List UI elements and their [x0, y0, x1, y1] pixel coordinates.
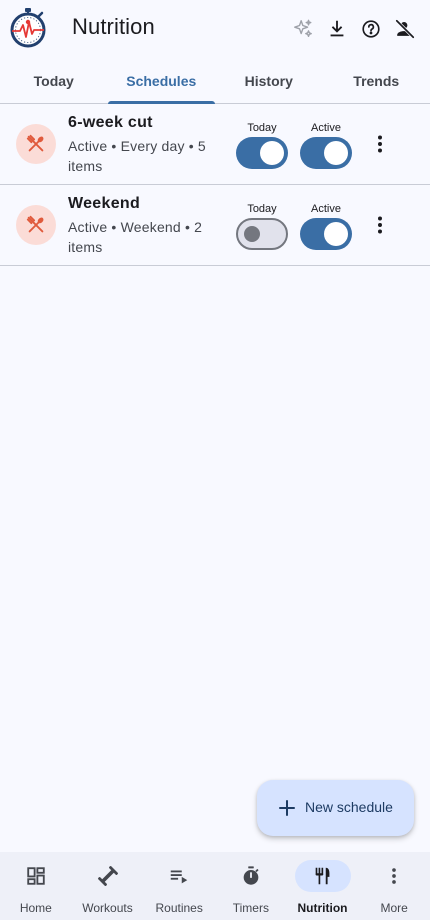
- plus-icon: [275, 796, 299, 820]
- toggle-knob: [324, 222, 348, 246]
- active-switch-group: Active: [300, 121, 352, 169]
- nav-item-routines[interactable]: Routines: [143, 852, 215, 920]
- tab-schedules[interactable]: Schedules: [107, 58, 216, 104]
- help-icon[interactable]: [354, 12, 388, 46]
- tab-today[interactable]: Today: [0, 58, 108, 103]
- top-app-bar: Nutrition: [0, 0, 430, 56]
- toggle-knob: [260, 141, 284, 165]
- tab-bar: Today Schedules History Trends: [0, 58, 430, 104]
- new-schedule-button[interactable]: New schedule: [257, 780, 414, 836]
- nav-label: Home: [19, 901, 52, 915]
- today-switch-group: Today: [236, 202, 288, 250]
- nav-label: Timers: [232, 901, 269, 915]
- nav-label: Workouts: [82, 901, 133, 915]
- today-toggle[interactable]: [236, 137, 288, 169]
- nav-item-timers[interactable]: Timers: [215, 852, 287, 920]
- active-switch-group: Active: [300, 202, 352, 250]
- schedule-subtitle: Active • Every day • 5 items: [68, 138, 206, 174]
- nav-label: Routines: [155, 901, 203, 915]
- active-toggle[interactable]: [300, 137, 352, 169]
- active-toggle[interactable]: [300, 218, 352, 250]
- fork-knife-icon: [294, 860, 351, 892]
- playlist-icon: [151, 860, 207, 892]
- timer-icon: [223, 860, 279, 892]
- schedule-list: 6-week cut Active • Every day • 5 items …: [0, 104, 430, 266]
- today-switch-label: Today: [247, 203, 277, 215]
- toggle-knob: [324, 141, 348, 165]
- schedule-row[interactable]: 6-week cut Active • Every day • 5 items …: [0, 104, 430, 185]
- new-schedule-label: New schedule: [305, 799, 393, 815]
- schedule-title: 6-week cut: [68, 114, 153, 131]
- schedule-subtitle: Active • Weekend • 2 items: [68, 219, 203, 255]
- tab-history[interactable]: History: [215, 58, 323, 103]
- app-logo-icon: [8, 8, 48, 48]
- active-switch-label: Active: [311, 203, 341, 215]
- more-vertical-icon[interactable]: [368, 132, 392, 156]
- today-toggle[interactable]: [236, 218, 288, 250]
- today-switch-label: Today: [247, 122, 277, 134]
- account-off-icon[interactable]: [388, 12, 422, 46]
- utensils-icon: [16, 124, 56, 164]
- nav-item-home[interactable]: Home: [0, 852, 72, 920]
- sparkle-icon[interactable]: [286, 12, 320, 46]
- top-actions: [286, 12, 422, 46]
- today-switch-group: Today: [236, 121, 288, 169]
- dumbbell-icon: [80, 860, 136, 892]
- nav-item-more[interactable]: More: [358, 852, 430, 920]
- utensils-icon: [16, 205, 56, 245]
- more-vertical-icon[interactable]: [368, 213, 392, 237]
- toggle-knob: [244, 226, 260, 242]
- more-vertical-icon: [366, 860, 422, 892]
- dashboard-icon: [8, 860, 64, 892]
- nav-item-workouts[interactable]: Workouts: [72, 852, 144, 920]
- nav-label: Nutrition: [297, 901, 348, 915]
- page-title: Nutrition: [72, 14, 155, 39]
- download-icon[interactable]: [320, 12, 354, 46]
- nav-item-nutrition[interactable]: Nutrition: [287, 852, 359, 920]
- bottom-navigation: Home Workouts Routines Timers Nutrition …: [0, 852, 430, 920]
- nav-label: More: [380, 901, 408, 915]
- active-switch-label: Active: [311, 122, 341, 134]
- schedule-row[interactable]: Weekend Active • Weekend • 2 items Today…: [0, 185, 430, 266]
- schedule-title: Weekend: [68, 195, 141, 212]
- tab-trends[interactable]: Trends: [323, 58, 430, 103]
